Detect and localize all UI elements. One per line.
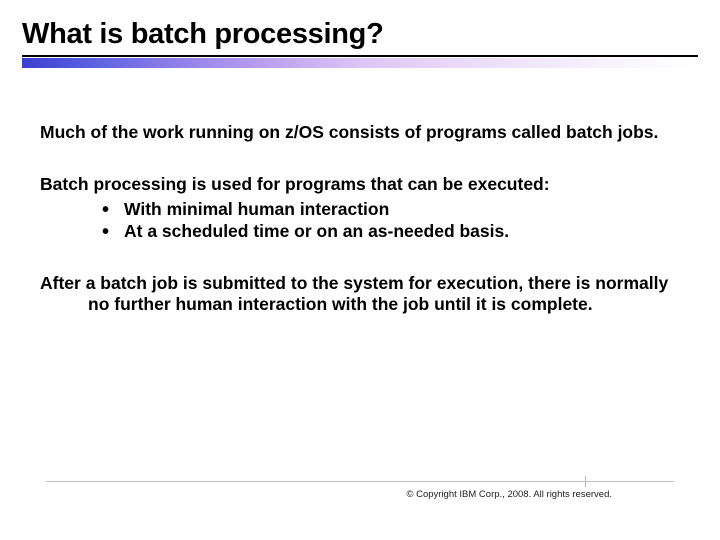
intro-term: batch jobs.: [566, 122, 658, 142]
paragraph-after: After a batch job is submitted to the sy…: [40, 273, 680, 317]
intro-text: Much of the work running on z/OS consist…: [40, 122, 566, 142]
bullet-item: At a scheduled time or on an as-needed b…: [102, 221, 680, 243]
copyright-text: © Copyright IBM Corp., 2008. All rights …: [406, 489, 612, 500]
slide-title: What is batch processing?: [22, 18, 698, 51]
bullet-list: With minimal human interaction At a sche…: [40, 199, 680, 243]
slide: What is batch processing? Much of the wo…: [0, 0, 720, 316]
paragraph-lead: Batch processing is used for programs th…: [40, 174, 680, 196]
content-area: Much of the work running on z/OS consist…: [22, 68, 698, 316]
paragraph-intro: Much of the work running on z/OS consist…: [40, 122, 680, 144]
title-underline: [22, 55, 698, 57]
footer-divider: [46, 481, 674, 482]
bullet-item: With minimal human interaction: [102, 199, 680, 221]
footer-tick: [585, 476, 586, 487]
gradient-bar: [22, 58, 698, 68]
